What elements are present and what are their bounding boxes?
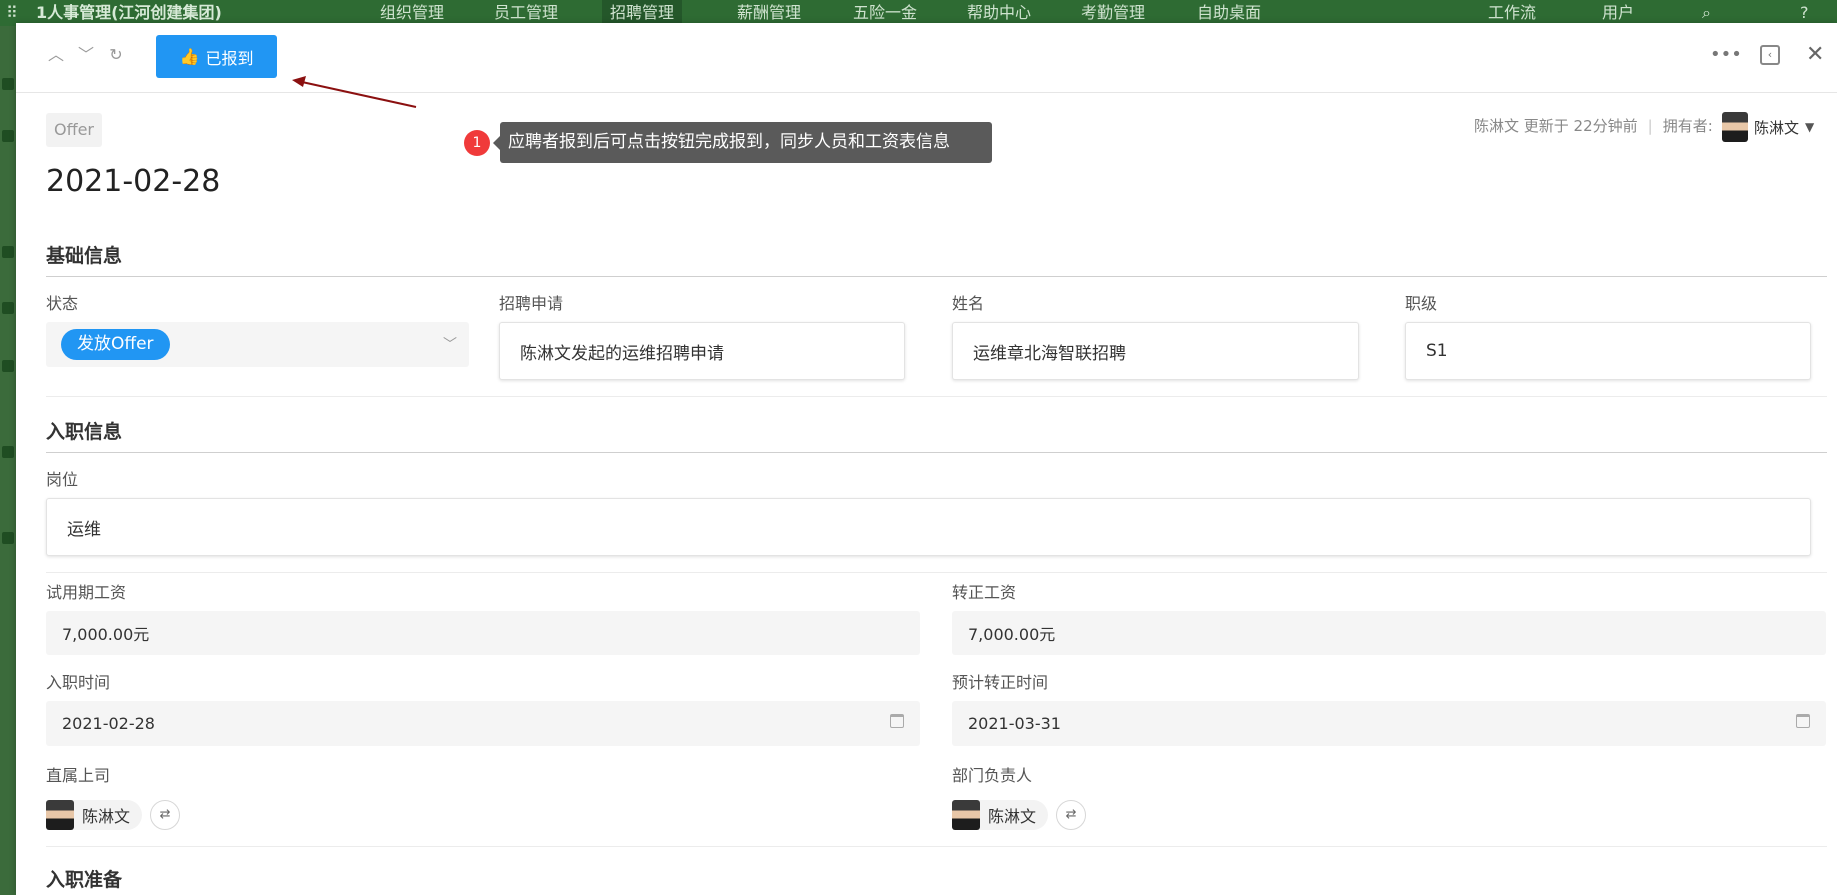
owner-selector[interactable]: 陈淋文 ▼ bbox=[1722, 112, 1814, 142]
owner-label: 拥有者: bbox=[1662, 117, 1713, 135]
dept-head-name: 陈淋文 bbox=[988, 807, 1037, 826]
regular-date-label: 预计转正时间 bbox=[952, 673, 1049, 692]
sidebar-icon[interactable] bbox=[2, 302, 14, 314]
regular-date-field[interactable]: 2021-03-31 bbox=[952, 701, 1826, 746]
collapse-panel-icon[interactable]: ‹ bbox=[1760, 45, 1780, 65]
thumbs-up-icon: 👍 bbox=[179, 47, 200, 66]
more-icon[interactable]: ••• bbox=[1710, 45, 1742, 65]
divider bbox=[46, 846, 1827, 847]
page-title: 2021-02-28 bbox=[46, 164, 221, 199]
chevron-down-icon: ﹀ bbox=[443, 337, 457, 353]
divider bbox=[46, 572, 1827, 573]
owner-name: 陈淋文 bbox=[1754, 118, 1800, 137]
record-meta: 陈淋文 更新于 22分钟前 | 拥有者: bbox=[1474, 117, 1713, 135]
section-basic: 基础信息 bbox=[46, 245, 123, 267]
sidebar-icon[interactable] bbox=[2, 532, 14, 544]
section-prepare: 入职准备 bbox=[46, 869, 123, 891]
checkin-button-label: 已报到 bbox=[205, 48, 254, 68]
status-select[interactable]: 发放Offer ﹀ bbox=[46, 322, 469, 367]
refresh-icon[interactable]: ↻ bbox=[106, 45, 126, 65]
entry-date-label: 入职时间 bbox=[46, 673, 111, 692]
tip-tooltip: 应聘者报到后可点击按钮完成报到，同步人员和工资表信息 bbox=[493, 122, 992, 163]
section-onboard: 入职信息 bbox=[46, 421, 123, 443]
supervisor-label: 直属上司 bbox=[46, 766, 111, 785]
supervisor-name: 陈淋文 bbox=[82, 807, 131, 826]
close-icon[interactable]: ✕ bbox=[1806, 44, 1824, 66]
level-field[interactable]: S1 bbox=[1405, 322, 1811, 380]
position-field[interactable]: 运维 bbox=[46, 498, 1811, 556]
regular-salary-label: 转正工资 bbox=[952, 583, 1017, 602]
swap-icon[interactable]: ⇄ bbox=[150, 800, 181, 830]
status-label: 状态 bbox=[46, 294, 79, 313]
tip-step-badge: 1 bbox=[464, 130, 490, 156]
sidebar-icon[interactable] bbox=[2, 360, 14, 372]
entry-date-field[interactable]: 2021-02-28 bbox=[46, 701, 920, 746]
status-badge: 发放Offer bbox=[61, 329, 170, 360]
divider bbox=[46, 396, 1827, 397]
regular-date-value: 2021-03-31 bbox=[968, 714, 1061, 733]
avatar bbox=[952, 800, 980, 830]
avatar bbox=[1722, 112, 1748, 142]
dept-head-field: 陈淋文 ⇄ bbox=[952, 800, 1087, 830]
application-field[interactable]: 陈淋文发起的运维招聘申请 bbox=[499, 322, 905, 380]
updated-info: 陈淋文 更新于 22分钟前 bbox=[1474, 117, 1638, 135]
dept-head-label: 部门负责人 bbox=[952, 766, 1033, 785]
supervisor-field: 陈淋文 ⇄ bbox=[46, 800, 181, 830]
sidebar-icon[interactable] bbox=[2, 78, 14, 90]
name-field[interactable]: 运维章北海智联招聘 bbox=[952, 322, 1359, 380]
supervisor-chip[interactable]: 陈淋文 bbox=[46, 800, 143, 830]
calendar-icon[interactable] bbox=[890, 714, 904, 728]
sidebar-icon[interactable] bbox=[2, 446, 14, 458]
swap-icon[interactable]: ⇄ bbox=[1056, 800, 1087, 830]
avatar bbox=[46, 800, 74, 830]
app-left-sidebar bbox=[0, 26, 16, 895]
probation-salary-field[interactable]: 7,000.00元 bbox=[46, 611, 920, 655]
sidebar-icon[interactable] bbox=[2, 130, 14, 142]
chevron-up-icon[interactable]: ︿ bbox=[46, 45, 66, 65]
section-divider bbox=[46, 452, 1827, 453]
position-label: 岗位 bbox=[46, 470, 79, 489]
dept-head-chip[interactable]: 陈淋文 bbox=[952, 800, 1049, 830]
section-divider bbox=[46, 276, 1827, 277]
entry-date-value: 2021-02-28 bbox=[62, 714, 155, 733]
record-type-tag: Offer bbox=[46, 113, 102, 147]
name-label: 姓名 bbox=[952, 294, 985, 313]
regular-salary-field[interactable]: 7,000.00元 bbox=[952, 611, 1826, 655]
caret-down-icon: ▼ bbox=[1805, 120, 1815, 134]
chevron-down-icon[interactable]: ﹀ bbox=[76, 45, 96, 65]
level-label: 职级 bbox=[1405, 294, 1438, 313]
application-label: 招聘申请 bbox=[499, 294, 564, 313]
probation-salary-label: 试用期工资 bbox=[46, 583, 127, 602]
annotation-arrow bbox=[292, 76, 417, 108]
calendar-icon[interactable] bbox=[1796, 714, 1810, 728]
checkin-button[interactable]: 👍 已报到 bbox=[156, 35, 277, 78]
sidebar-icon[interactable] bbox=[2, 246, 14, 258]
